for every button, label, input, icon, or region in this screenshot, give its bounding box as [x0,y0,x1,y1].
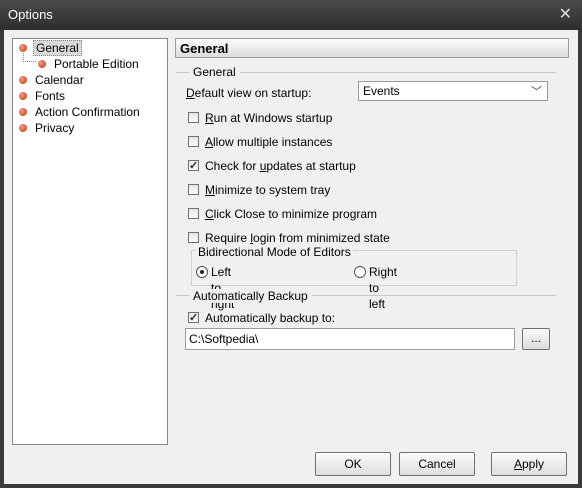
general-group-label: General [189,65,240,79]
tree-item-label: Privacy [35,121,75,135]
browse-button[interactable]: ... [522,328,550,350]
panel-header: General [175,38,569,58]
tree-connector [23,51,36,62]
checkbox-label: Require login from minimized state [205,231,390,245]
default-view-select[interactable]: Events ﹀ [358,81,548,101]
radio-label: Left to right [211,265,235,311]
bullet-icon [19,124,27,132]
apply-button[interactable]: Apply [491,452,567,476]
checkbox-box[interactable] [188,184,199,195]
backup-group-label: Automatically Backup [189,289,312,303]
bidi-mode-label: Bidirectional Mode of Editors [196,245,353,259]
bullet-icon [19,108,27,116]
radio-label: Right to left [369,265,398,311]
backup-path-field[interactable]: C:\Softpedia\ [185,328,515,350]
options-dialog: General Portable Edition Calendar Fonts … [4,30,578,484]
ok-button[interactable]: OK [315,452,391,476]
bullet-icon [38,60,46,68]
checkbox-box[interactable] [188,208,199,219]
checkbox-label: Allow multiple instances [205,135,333,149]
category-tree[interactable]: General Portable Edition Calendar Fonts … [12,38,168,445]
title-bar: Options ✕ [0,0,582,30]
window-title: Options [8,7,53,22]
checkbox-box[interactable] [188,232,199,243]
tree-item-label: Portable Edition [54,57,139,71]
checkbox-box[interactable] [188,310,199,326]
checkbox-box[interactable] [188,136,199,147]
radio-circle[interactable] [196,266,208,278]
tree-item-label: General [33,40,82,56]
bidi-mode-group: Bidirectional Mode of Editors Left to ri… [191,245,517,311]
cancel-button[interactable]: Cancel [399,452,475,476]
checkbox-box[interactable] [188,112,199,123]
tree-item-label: Fonts [35,89,66,103]
default-view-value: Events [363,84,400,98]
tree-item-label: Calendar [35,73,84,87]
checkbox-box[interactable] [188,158,199,174]
tree-item-label: Action Confirmation [35,105,140,119]
chevron-down-icon[interactable]: ﹀ [531,83,542,99]
close-icon[interactable]: ✕ [559,4,572,24]
default-view-label: Default view on startup: [186,86,312,100]
bullet-icon [19,92,27,100]
checkbox-label: Click Close to minimize program [205,207,378,221]
checkbox-label: Automatically backup to: [205,311,336,325]
radio-circle[interactable] [354,266,366,278]
checkbox-label: Minimize to system tray [205,183,331,197]
bullet-icon [19,76,27,84]
checkbox-label: Run at Windows startup [205,111,333,125]
checkbox-label: Check for updates at startup [205,159,356,173]
